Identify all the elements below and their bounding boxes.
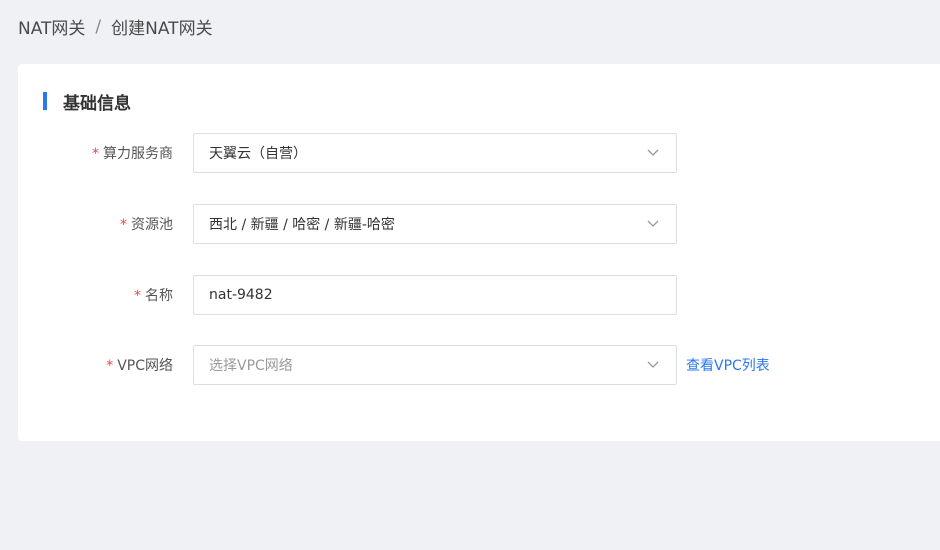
section-header: 基础信息	[43, 91, 131, 114]
breadcrumb-current: 创建NAT网关	[111, 19, 213, 39]
chevron-down-icon	[647, 361, 659, 368]
resource-pool-label-text: 资源池	[131, 217, 173, 233]
breadcrumb-separator: /	[95, 16, 102, 37]
name-row: * 名称 nat-9482	[18, 275, 918, 315]
breadcrumb-parent[interactable]: NAT网关	[18, 14, 85, 39]
name-label-text: 名称	[145, 288, 173, 304]
name-value: nat-9482	[209, 287, 273, 303]
view-vpc-list-link[interactable]: 查看VPC列表	[686, 355, 770, 375]
vpc-select[interactable]: 选择VPC网络	[193, 345, 677, 385]
breadcrumb: NAT网关 / 创建NAT网关	[18, 14, 213, 40]
name-input[interactable]: nat-9482	[193, 275, 677, 315]
required-mark: *	[134, 288, 141, 304]
provider-select[interactable]: 天翼云（自营）	[193, 133, 677, 173]
basic-info-card: 基础信息 * 算力服务商 天翼云（自营） * 资源池 西北 / 新疆 / 哈密 / …	[18, 64, 940, 441]
section-title: 基础信息	[63, 93, 131, 114]
provider-label: * 算力服务商	[18, 143, 173, 163]
required-mark: *	[120, 217, 127, 233]
chevron-down-icon	[647, 220, 659, 227]
vpc-row: * VPC网络 选择VPC网络 查看VPC列表	[18, 345, 918, 385]
required-mark: *	[92, 146, 99, 162]
resource-pool-select[interactable]: 西北 / 新疆 / 哈密 / 新疆-哈密	[193, 204, 677, 244]
vpc-label-text: VPC网络	[117, 358, 173, 374]
name-label: * 名称	[18, 285, 173, 305]
provider-value: 天翼云（自营）	[209, 146, 307, 162]
resource-pool-value: 西北 / 新疆 / 哈密 / 新疆-哈密	[209, 217, 395, 233]
section-accent-bar	[43, 92, 47, 110]
vpc-placeholder: 选择VPC网络	[209, 358, 293, 374]
vpc-label: * VPC网络	[18, 355, 173, 375]
chevron-down-icon	[647, 149, 659, 156]
provider-label-text: 算力服务商	[103, 146, 173, 162]
required-mark: *	[106, 358, 114, 374]
resource-pool-row: * 资源池 西北 / 新疆 / 哈密 / 新疆-哈密	[18, 204, 918, 244]
resource-pool-label: * 资源池	[18, 214, 173, 234]
provider-row: * 算力服务商 天翼云（自营）	[18, 133, 918, 173]
